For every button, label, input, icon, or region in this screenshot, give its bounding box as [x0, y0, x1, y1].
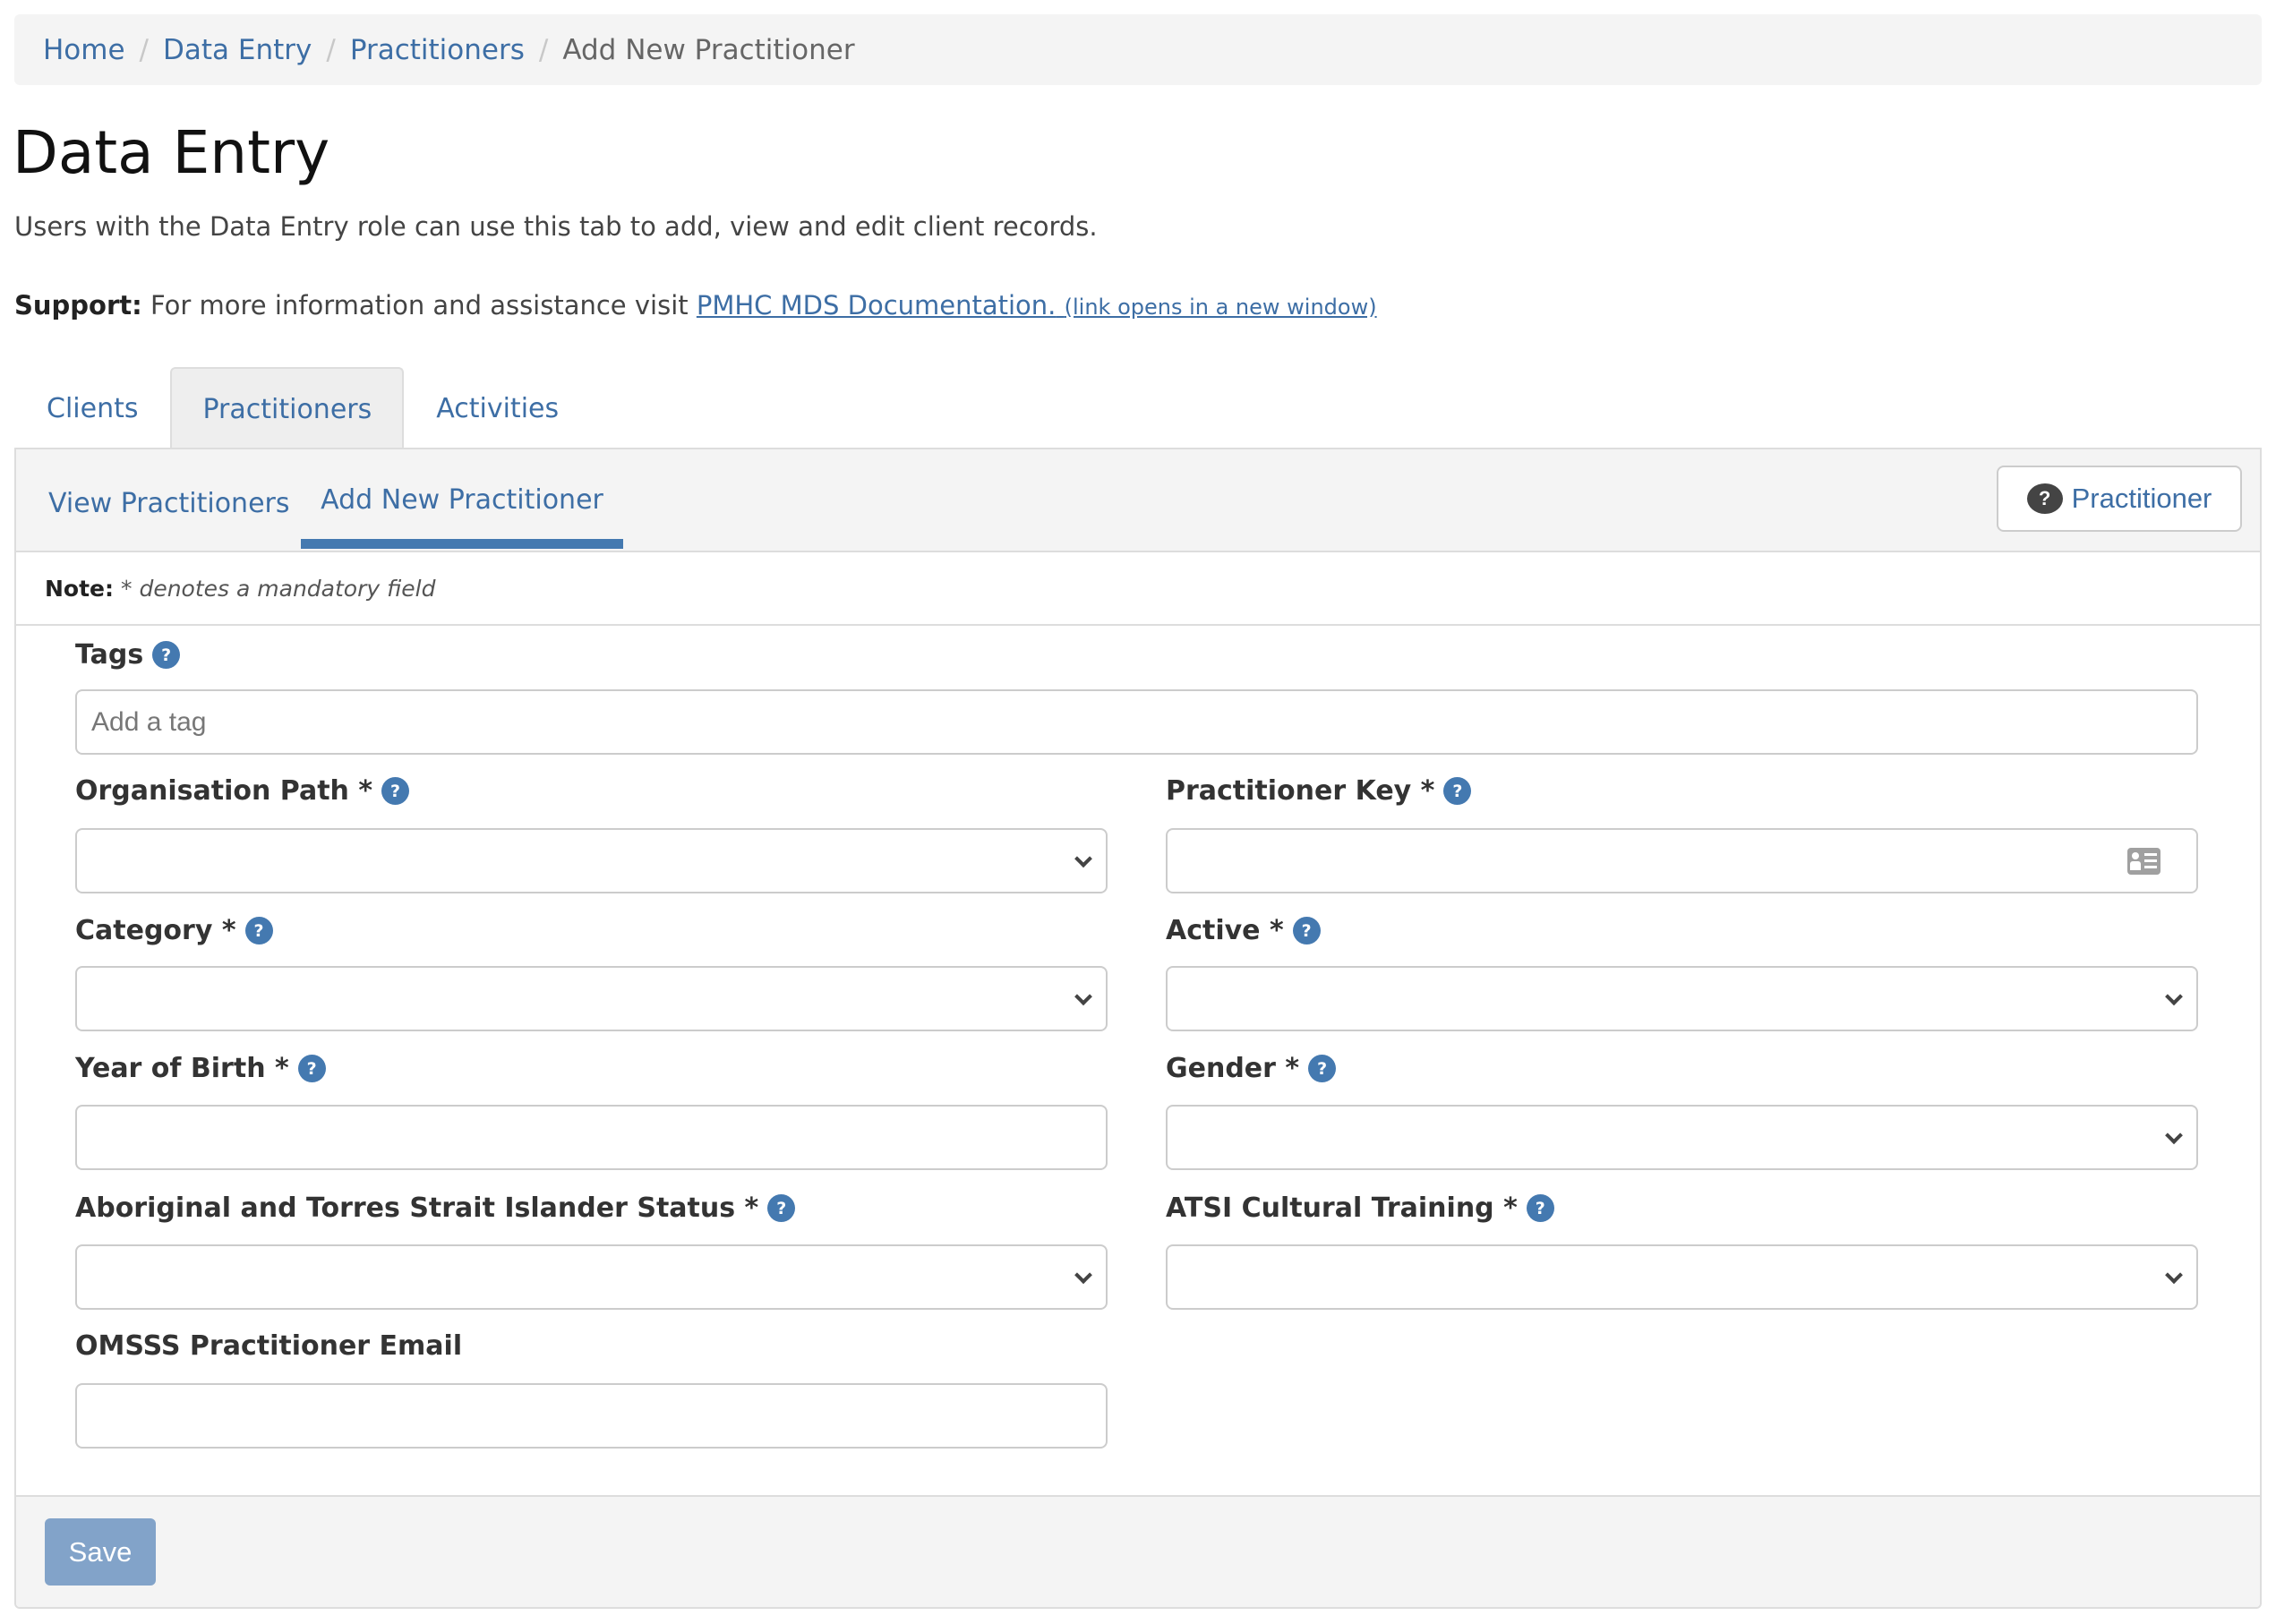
question-circle-icon: ?	[2026, 483, 2063, 514]
gender-label-text: Gender *	[1166, 1053, 1300, 1084]
practitioner-key-label: Practitioner Key * ?	[1166, 775, 1472, 807]
subtab-view-practitioners[interactable]: View Practitioners	[48, 453, 290, 554]
omsss-email-label-text: OMSSS Practitioner Email	[75, 1330, 463, 1362]
help-icon[interactable]: ?	[297, 1055, 326, 1082]
documentation-link[interactable]: PMHC MDS Documentation. (link opens in a…	[697, 290, 1377, 321]
atsi-status-select[interactable]	[75, 1244, 1108, 1310]
active-label: Active * ?	[1166, 915, 1321, 946]
mandatory-note: Note: * denotes a mandatory field	[16, 552, 2260, 626]
subtab-add-new-practitioner[interactable]: Add New Practitioner	[301, 449, 623, 551]
support-text: Support: For more information and assist…	[14, 290, 1377, 321]
chevron-down-icon	[2165, 1265, 2183, 1284]
support-body: For more information and assistance visi…	[150, 290, 689, 321]
help-icon[interactable]: ?	[152, 641, 181, 669]
tags-placeholder: Add a tag	[91, 706, 207, 737]
help-icon[interactable]: ?	[1526, 1194, 1554, 1222]
chevron-down-icon	[1074, 849, 1092, 868]
breadcrumb-practitioners[interactable]: Practitioners	[350, 34, 525, 66]
active-tab-indicator	[301, 539, 623, 549]
organisation-path-label-text: Organisation Path *	[75, 775, 373, 807]
organisation-path-label: Organisation Path * ?	[75, 775, 410, 807]
year-of-birth-input[interactable]	[75, 1105, 1108, 1170]
new-window-note: (link opens in a new window)	[1064, 295, 1377, 320]
save-button[interactable]: Save	[45, 1518, 156, 1586]
practitioner-help-button[interactable]: ? Practitioner	[1997, 466, 2242, 532]
atsi-training-select[interactable]	[1166, 1244, 2198, 1310]
tab-clients[interactable]: Clients	[14, 367, 170, 449]
tags-input[interactable]: Add a tag	[75, 689, 2198, 755]
tab-practitioners[interactable]: Practitioners	[170, 367, 405, 450]
sub-navigation: View Practitioners Add New Practitioner …	[16, 449, 2260, 552]
page-description: Users with the Data Entry role can use t…	[14, 211, 1098, 242]
atsi-training-label-text: ATSI Cultural Training *	[1166, 1192, 1518, 1224]
chevron-down-icon	[1074, 1265, 1092, 1284]
help-icon[interactable]: ?	[1443, 777, 1472, 805]
id-card-icon[interactable]	[2127, 847, 2160, 875]
atsi-status-label: Aboriginal and Torres Strait Islander St…	[75, 1192, 796, 1224]
active-label-text: Active *	[1166, 915, 1284, 946]
main-tabs: Clients Practitioners Activities	[14, 367, 591, 450]
category-select[interactable]	[75, 966, 1108, 1031]
subtab-add-label: Add New Practitioner	[321, 484, 603, 516]
category-label-text: Category *	[75, 915, 236, 946]
help-icon[interactable]: ?	[1308, 1055, 1337, 1082]
gender-label: Gender * ?	[1166, 1053, 1337, 1084]
tags-label: Tags ?	[75, 639, 181, 671]
year-of-birth-label-text: Year of Birth *	[75, 1053, 289, 1084]
omsss-email-input[interactable]	[75, 1383, 1108, 1449]
page-title: Data Entry	[13, 118, 330, 187]
note-text: * denotes a mandatory field	[121, 575, 436, 602]
organisation-path-select[interactable]	[75, 828, 1108, 893]
chevron-down-icon	[2165, 987, 2183, 1005]
atsi-training-label: ATSI Cultural Training * ?	[1166, 1192, 1554, 1224]
tab-activities[interactable]: Activities	[404, 367, 591, 449]
help-button-label: Practitioner	[2071, 483, 2212, 514]
chevron-down-icon	[2165, 1125, 2183, 1144]
tags-label-text: Tags	[75, 639, 144, 671]
practitioner-key-label-text: Practitioner Key *	[1166, 775, 1435, 807]
help-icon[interactable]: ?	[1292, 917, 1321, 944]
practitioner-key-input[interactable]	[1166, 828, 2198, 893]
chevron-down-icon	[1074, 987, 1092, 1005]
documentation-link-text: PMHC MDS Documentation.	[696, 290, 1057, 321]
active-select[interactable]	[1166, 966, 2198, 1031]
practitioner-panel: View Practitioners Add New Practitioner …	[14, 448, 2262, 1609]
breadcrumb-home[interactable]: Home	[43, 34, 125, 66]
omsss-email-label: OMSSS Practitioner Email	[75, 1330, 462, 1362]
breadcrumb-current: Add New Practitioner	[562, 33, 855, 66]
help-icon[interactable]: ?	[767, 1194, 796, 1222]
category-label: Category * ?	[75, 915, 273, 946]
breadcrumb-separator: /	[326, 33, 336, 66]
support-label: Support:	[14, 290, 142, 321]
breadcrumb-data-entry[interactable]: Data Entry	[163, 34, 312, 66]
gender-select[interactable]	[1166, 1105, 2198, 1170]
breadcrumb-separator: /	[538, 33, 549, 66]
year-of-birth-label: Year of Birth * ?	[75, 1053, 326, 1084]
help-icon[interactable]: ?	[381, 777, 410, 805]
atsi-status-label-text: Aboriginal and Torres Strait Islander St…	[75, 1192, 759, 1224]
breadcrumb: Home / Data Entry / Practitioners / Add …	[14, 14, 2262, 85]
form-footer: Save	[16, 1495, 2260, 1607]
note-label: Note:	[45, 575, 115, 602]
breadcrumb-separator: /	[139, 33, 149, 66]
help-icon[interactable]: ?	[244, 917, 273, 944]
